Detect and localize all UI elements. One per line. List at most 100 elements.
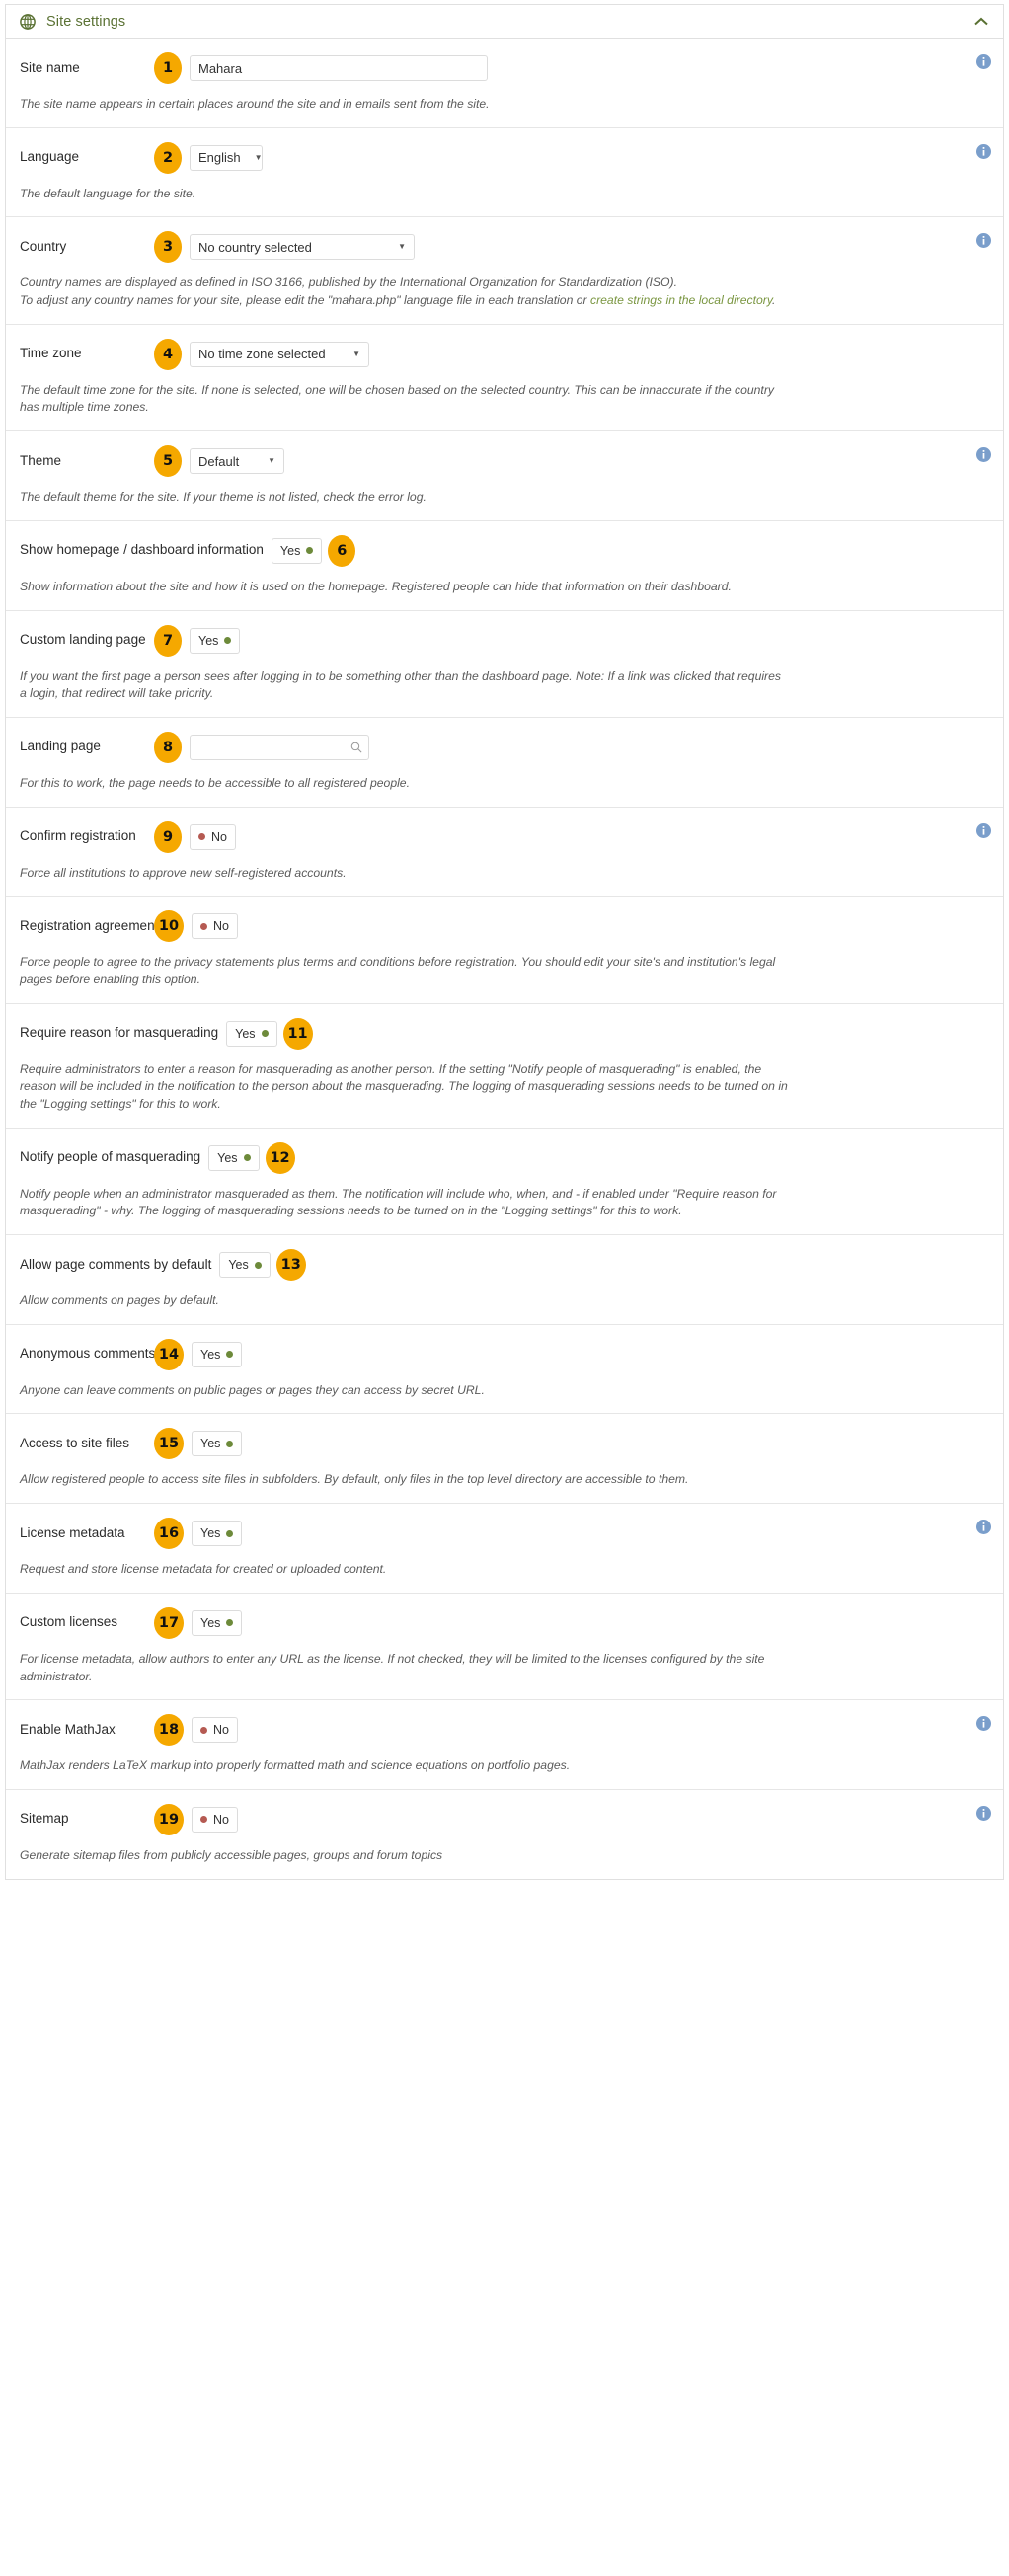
help-text: Allow comments on pages by default. [20, 1293, 219, 1308]
control-line: Time zone 4 No time zone selected ▼ [20, 325, 989, 370]
info-icon[interactable] [976, 1716, 991, 1732]
control-line: Notify people of masquerading Yes 12 [20, 1129, 989, 1174]
toggle-label: Yes [200, 1615, 221, 1630]
info-icon[interactable] [976, 1520, 991, 1535]
field-label-notify-people-of-masquerading: Notify people of masquerading [20, 1149, 201, 1165]
step-badge-3: 3 [154, 231, 182, 264]
help-text: Allow registered people to access site f… [20, 1472, 689, 1487]
control-line: Landing page 8 [20, 718, 989, 763]
help-text: The site name appears in certain places … [20, 97, 490, 111]
step-badge-8: 8 [154, 731, 182, 763]
info-icon[interactable] [976, 233, 991, 249]
status-dot-on [261, 1030, 269, 1038]
toggle-label: Yes [200, 1526, 221, 1541]
info-icon[interactable] [976, 143, 991, 159]
field-label-language: Language [20, 149, 80, 165]
timezone-select[interactable]: No time zone selected ▼ [190, 341, 369, 367]
chevron-up-icon[interactable] [973, 17, 989, 27]
setting-row-require-reason-for-masquerading: Require reason for masquerading Yes 11 Requ… [6, 1004, 1003, 1129]
step-badge-13: 13 [275, 1249, 306, 1282]
setting-row-country: Country 3 No country selected ▼ Country name… [6, 217, 1003, 325]
status-dot-on [226, 1619, 234, 1627]
site-name-input[interactable] [190, 55, 488, 81]
toggle-registration-agreement[interactable]: No [192, 913, 238, 940]
theme-select[interactable]: Default ▼ [190, 448, 284, 475]
step-badge-7: 7 [154, 624, 182, 657]
info-icon[interactable] [976, 1805, 991, 1821]
control-line: Require reason for masquerading Yes 11 [20, 1004, 989, 1050]
setting-row-show-homepage-dashboard-information: Show homepage / dashboard information Yes… [6, 521, 1003, 611]
toggle-require-reason-for-masquerading[interactable]: Yes [226, 1020, 277, 1047]
help-text-line1: Country names are displayed as defined i… [20, 275, 677, 290]
step-badge-11: 11 [282, 1017, 313, 1050]
toggle-anonymous-comments[interactable]: Yes [192, 1341, 243, 1367]
chevron-down-icon: ▼ [254, 152, 263, 162]
page-title: Site settings [46, 13, 126, 30]
toggle-sitemap[interactable]: No [192, 1806, 238, 1833]
step-badge-12: 12 [265, 1141, 295, 1174]
chevron-down-icon: ▼ [268, 456, 275, 466]
toggle-show-homepage-dashboard-information[interactable]: Yes [271, 537, 323, 564]
setting-row-site-name: Site name 1 The site name appears in certa… [6, 39, 1003, 128]
site-settings-panel: Site settings Site name 1 The site name ap… [5, 4, 1004, 1880]
step-badge-9: 9 [154, 820, 182, 853]
landing-page-input[interactable] [190, 734, 369, 760]
toggle-custom-landing-page[interactable]: Yes [190, 627, 241, 654]
toggle-label: Yes [228, 1258, 249, 1273]
help-text: Anyone can leave comments on public page… [20, 1382, 485, 1397]
setting-row-access-to-site-files: Access to site files 15 Yes Allow registere… [6, 1414, 1003, 1505]
toggle-label: Yes [200, 1437, 221, 1451]
control-line: Custom licenses 17 Yes [20, 1594, 989, 1639]
step-badge-1: 1 [154, 52, 182, 84]
step-badge-17: 17 [154, 1606, 184, 1639]
field-label-time-zone: Time zone [20, 346, 82, 361]
field-label-require-reason-for-masquerading: Require reason for masquerading [20, 1025, 219, 1041]
language-select[interactable]: English ▼ [190, 144, 263, 171]
field-label-registration-agreement: Registration agreement [20, 917, 159, 933]
toggle-confirm-registration[interactable]: No [190, 823, 236, 850]
control-line: Theme 5 Default ▼ [20, 431, 989, 478]
help-text: The default language for the site. [20, 186, 196, 200]
setting-row-time-zone: Time zone 4 No time zone selected ▼ The defa… [6, 325, 1003, 432]
info-icon[interactable] [976, 447, 991, 463]
control-line: Anonymous comments 14 Yes [20, 1325, 989, 1370]
setting-row-enable-mathjax: Enable MathJax 18 No MathJax renders LaTeX … [6, 1700, 1003, 1790]
control-line: Site name 1 [20, 39, 989, 84]
help-text: If you want the first page a person sees… [20, 668, 781, 701]
toggle-access-to-site-files[interactable]: Yes [192, 1431, 243, 1457]
field-label-site-name: Site name [20, 59, 80, 75]
control-line: Country 3 No country selected ▼ [20, 217, 989, 264]
toggle-notify-people-of-masquerading[interactable]: Yes [208, 1144, 260, 1171]
help-text: For license metadata, allow authors to e… [20, 1651, 765, 1683]
toggle-label: No [211, 829, 227, 844]
control-line: Registration agreement 10 No [20, 897, 989, 943]
setting-row-landing-page: Landing page 8 For this to work, the page … [6, 718, 1003, 808]
panel-header[interactable]: Site settings [6, 5, 1003, 39]
control-line: Show homepage / dashboard information Yes… [20, 521, 989, 567]
status-dot-off [200, 1726, 207, 1734]
country-select-value: No country selected [198, 239, 312, 255]
toggle-label: Yes [200, 1347, 221, 1362]
toggle-label: No [213, 1812, 229, 1827]
toggle-label: Yes [217, 1150, 238, 1165]
country-select[interactable]: No country selected ▼ [190, 234, 415, 261]
toggle-label: Yes [198, 633, 219, 648]
toggle-label: Yes [279, 543, 301, 558]
toggle-license-metadata[interactable]: Yes [192, 1521, 243, 1547]
toggle-allow-page-comments-by-default[interactable]: Yes [219, 1252, 271, 1279]
local-directory-link[interactable]: create strings in the local directory [590, 293, 772, 307]
toggle-enable-mathjax[interactable]: No [192, 1717, 238, 1744]
settings-rows: Site name 1 The site name appears in certa… [6, 39, 1003, 1879]
help-text: The default theme for the site. If your … [20, 490, 427, 505]
info-icon[interactable] [976, 822, 991, 838]
step-badge-10: 10 [154, 910, 184, 943]
toggle-custom-licenses[interactable]: Yes [192, 1609, 243, 1636]
step-badge-16: 16 [154, 1518, 184, 1550]
setting-row-custom-licenses: Custom licenses 17 Yes For license metadata… [6, 1594, 1003, 1701]
help-text: Require administrators to enter a reason… [20, 1061, 788, 1111]
field-label-theme: Theme [20, 452, 62, 468]
control-line: Enable MathJax 18 No [20, 1700, 989, 1747]
status-dot-on [243, 1154, 251, 1162]
field-label-access-to-site-files: Access to site files [20, 1436, 130, 1450]
info-icon[interactable] [976, 54, 991, 69]
